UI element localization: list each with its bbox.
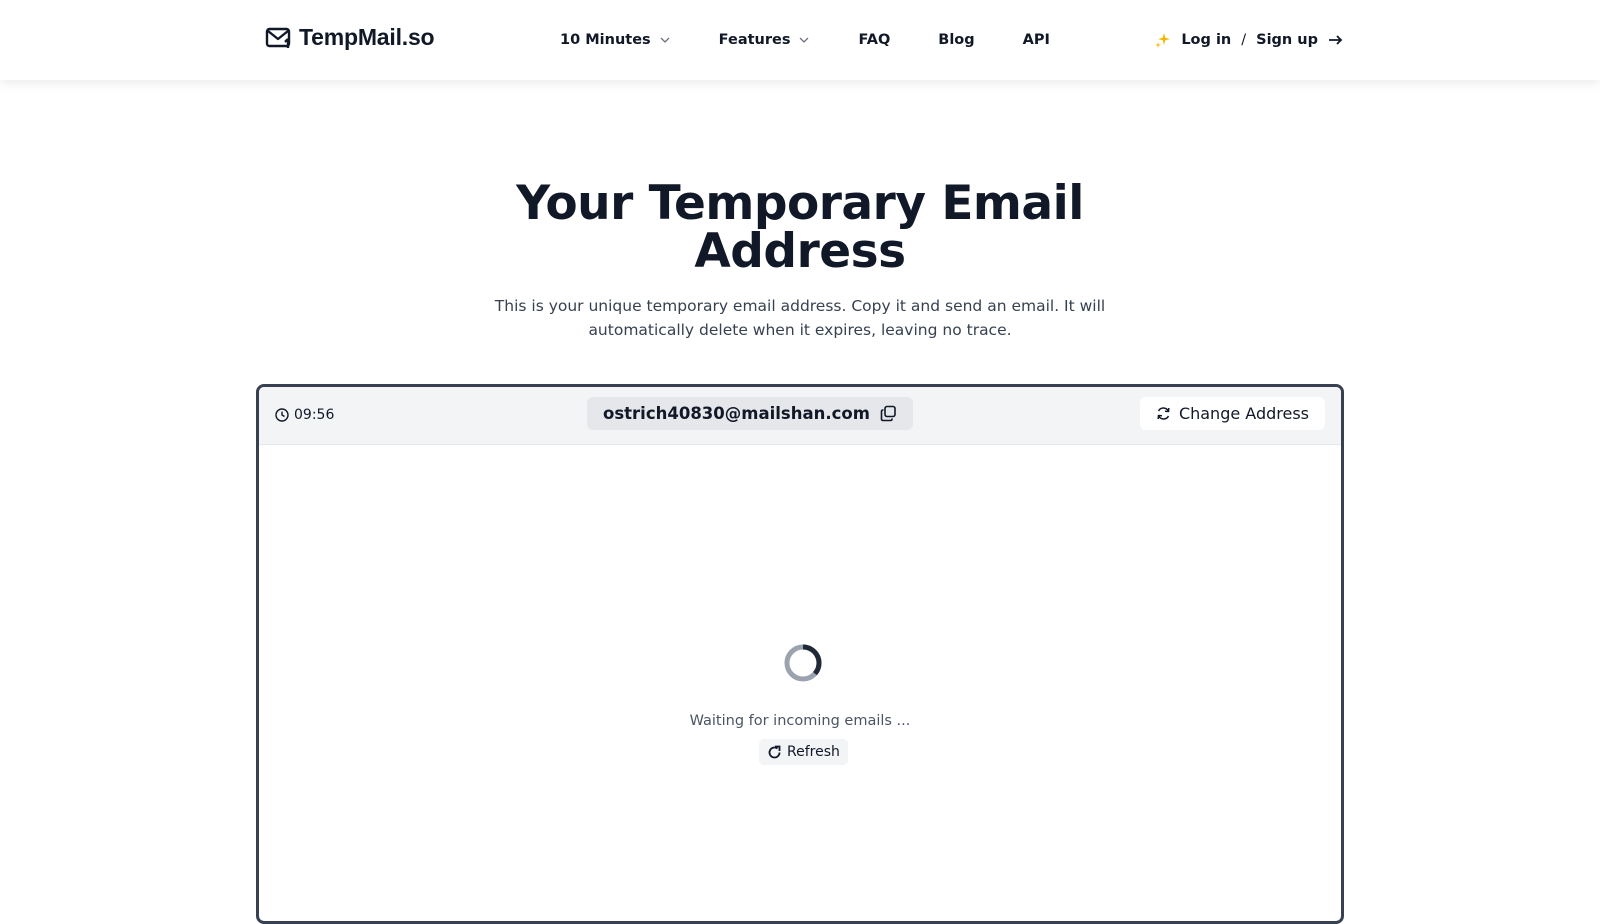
refresh-button[interactable]: Refresh — [759, 739, 848, 765]
timer-value: 09:56 — [294, 407, 335, 423]
nav-item-label: API — [1022, 32, 1050, 48]
main-nav: 10 Minutes Features FAQ Blog API — [560, 0, 1098, 80]
nav-item-label: Blog — [938, 32, 975, 48]
chevron-down-icon — [660, 37, 670, 43]
expiry-timer: 09:56 — [275, 407, 334, 423]
nav-item-faq[interactable]: FAQ — [858, 32, 890, 48]
mail-icon — [265, 27, 291, 48]
nav-item-api[interactable]: API — [1023, 32, 1050, 48]
change-address-button[interactable]: Change Address — [1139, 397, 1325, 430]
refresh-icon — [768, 745, 781, 758]
email-address: ostrich40830@mailshan.com — [603, 404, 870, 423]
hero-section: Your Temporary Email Address This is you… — [0, 180, 1600, 342]
nav-item-label: Features — [718, 32, 791, 48]
nav-item-features[interactable]: Features — [719, 32, 811, 48]
auth-links: Log in / Sign up — [1155, 0, 1344, 80]
copy-icon[interactable] — [880, 405, 897, 422]
inbox-panel: 09:56 ostrich40830@mailshan.com Change A… — [256, 384, 1344, 924]
login-link[interactable]: Log in — [1181, 32, 1231, 48]
top-navigation-bar: TempMail.so 10 Minutes Features FAQ Blog… — [0, 0, 1600, 80]
waiting-message: Waiting for incoming emails ... — [689, 713, 911, 729]
nav-item-10-minutes[interactable]: 10 Minutes — [560, 32, 671, 48]
loading-spinner-icon — [784, 644, 822, 682]
sparkle-icon — [1155, 33, 1171, 48]
brand-logo[interactable]: TempMail.so — [265, 24, 435, 51]
nav-item-label: 10 Minutes — [560, 32, 651, 48]
arrow-right-icon[interactable] — [1328, 34, 1344, 46]
brand-name: TempMail.so — [299, 24, 435, 50]
page-title: Your Temporary Email Address — [516, 176, 1084, 279]
clock-icon — [275, 408, 289, 422]
refresh-cycle-icon — [1157, 407, 1170, 420]
auth-separator: / — [1241, 32, 1247, 48]
nav-item-blog[interactable]: Blog — [938, 32, 974, 48]
email-address-copy[interactable]: ostrich40830@mailshan.com — [587, 397, 913, 430]
chevron-down-icon — [800, 37, 809, 43]
inbox-header: 09:56 ostrich40830@mailshan.com Change A… — [259, 387, 1341, 445]
page-description: This is your unique temporary email addr… — [494, 297, 1106, 339]
change-address-label: Change Address — [1178, 404, 1309, 423]
refresh-label: Refresh — [787, 744, 840, 760]
signup-link[interactable]: Sign up — [1256, 32, 1318, 48]
nav-item-label: FAQ — [858, 32, 891, 48]
